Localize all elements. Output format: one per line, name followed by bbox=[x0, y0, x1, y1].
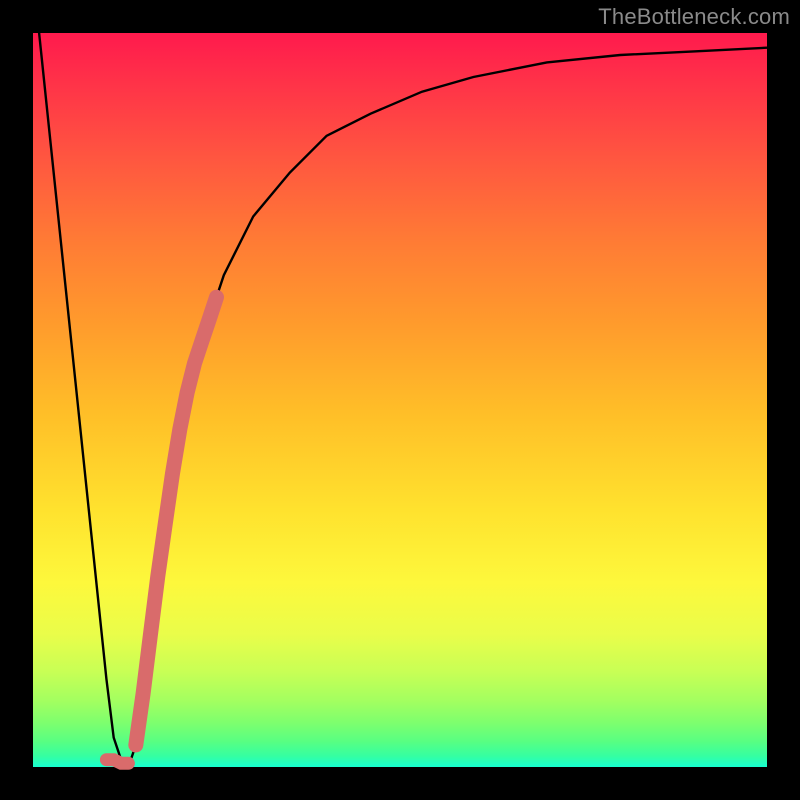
bottleneck-curve-svg bbox=[33, 33, 767, 767]
chart-frame: TheBottleneck.com bbox=[0, 0, 800, 800]
curve-valley-plateau bbox=[106, 760, 128, 764]
curve-highlight-segment bbox=[136, 297, 217, 745]
watermark-text: TheBottleneck.com bbox=[598, 4, 790, 30]
plot-area bbox=[33, 33, 767, 767]
